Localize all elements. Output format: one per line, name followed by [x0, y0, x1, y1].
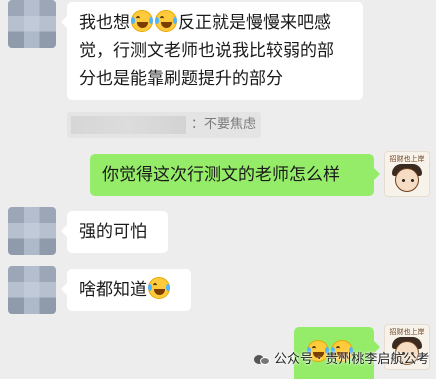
- quote-text: ：不要焦虑: [191, 117, 257, 132]
- laugh-cry-emoji-icon: [155, 10, 177, 32]
- my-avatar[interactable]: 招财也上岸: [384, 151, 430, 197]
- watermark: 公众号 · 贵州桃李启航公考: [254, 350, 429, 370]
- laugh-cry-emoji-icon: [131, 10, 153, 32]
- message-bubble[interactable]: 你觉得这次行测文的老师怎么样: [90, 154, 380, 196]
- blurred-quote-content: [71, 116, 186, 134]
- message-bubble[interactable]: 强的可怕: [61, 211, 168, 253]
- contact-avatar[interactable]: [8, 207, 56, 255]
- message-bubble[interactable]: 啥都知道: [61, 269, 191, 311]
- contact-avatar[interactable]: [8, 266, 56, 314]
- sticker-banner: 招财也上岸: [389, 155, 425, 163]
- message-text: 我也想: [79, 13, 130, 33]
- avatar-eye-icon: [402, 179, 405, 182]
- message-bubble[interactable]: 我也想 反正就是慢慢来吧感 觉，行测文老师也说我比较弱的部 分也是能靠刷题提升的部…: [61, 2, 363, 100]
- message-text: 你觉得这次行测文的老师怎么样: [102, 165, 340, 185]
- watermark-text: 公众号 · 贵州桃李启航公考: [274, 352, 430, 367]
- message-text: 分也是能靠刷题提升的部分: [79, 69, 283, 89]
- wechat-icon: [254, 354, 270, 366]
- message-text: 强的可怕: [79, 222, 147, 242]
- laugh-cry-emoji-icon: [148, 277, 170, 299]
- contact-avatar[interactable]: [8, 0, 56, 48]
- avatar-eye-icon: [411, 179, 414, 182]
- message-text: 觉，行测文老师也说我比较弱的部: [79, 41, 334, 61]
- sticker-banner: 招财也上岸: [389, 328, 425, 336]
- avatar-face-icon: [395, 168, 419, 192]
- quoted-message[interactable]: ：不要焦虑: [67, 112, 261, 138]
- message-text: 反正就是慢慢来吧感: [178, 13, 331, 33]
- message-text: 啥都知道: [79, 280, 147, 300]
